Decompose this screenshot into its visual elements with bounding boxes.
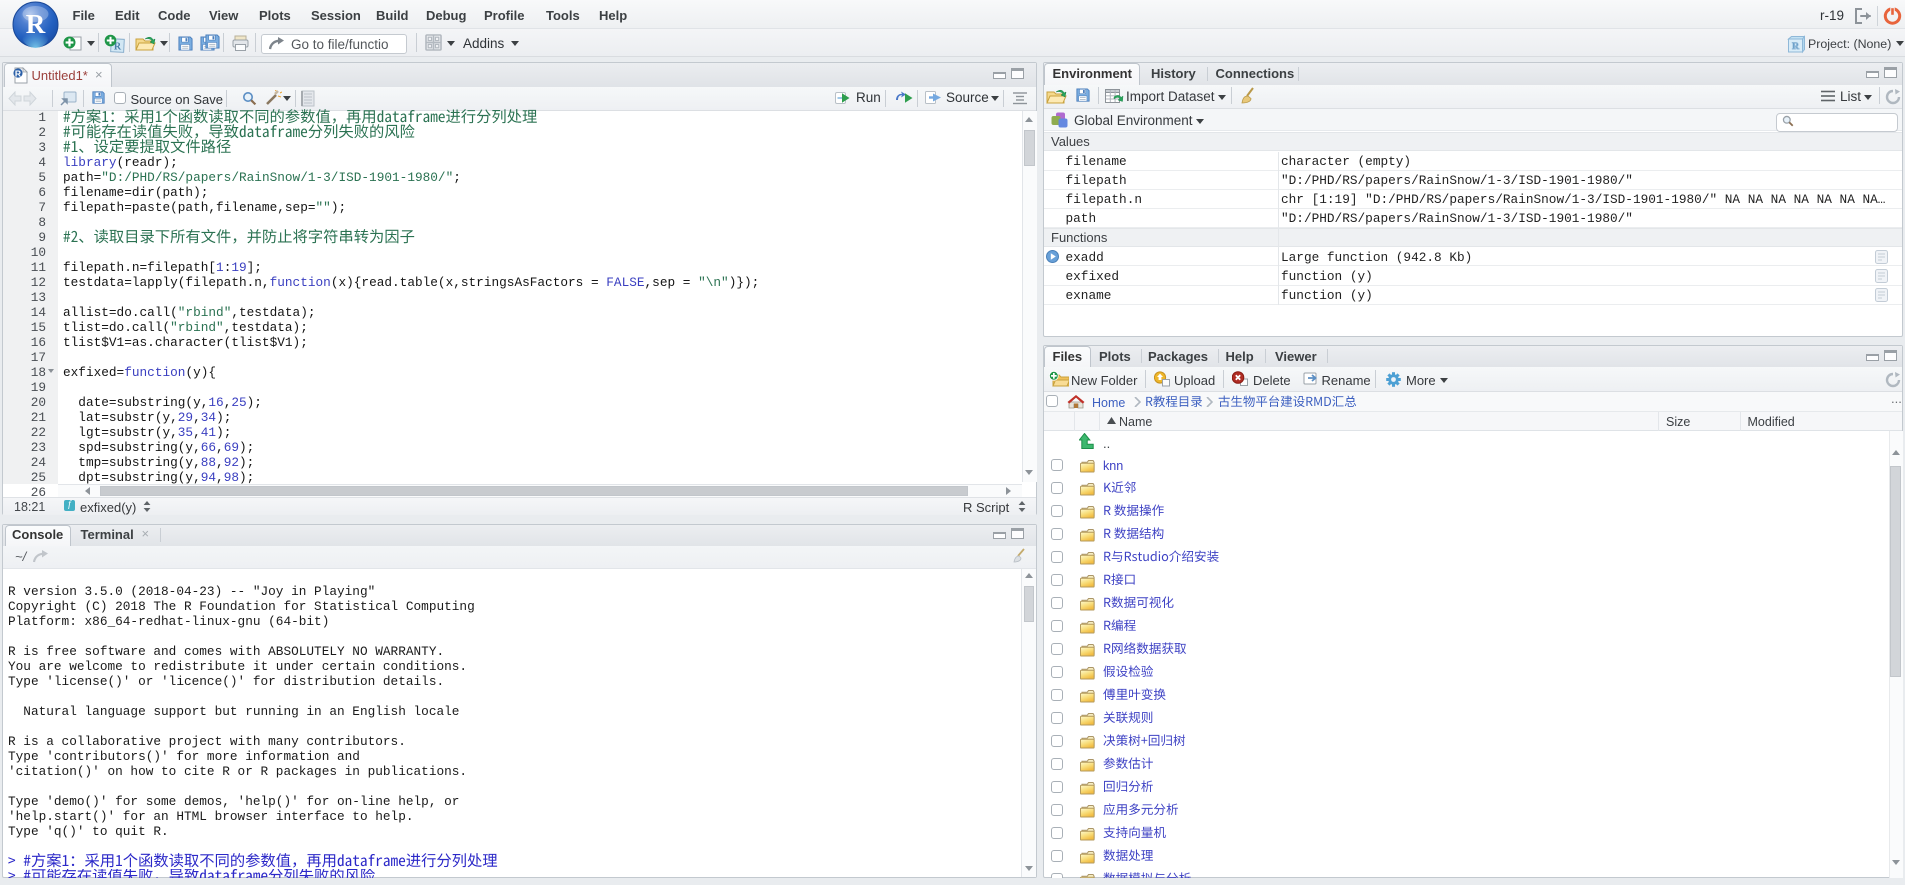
svg-text:R: R	[26, 9, 46, 39]
svg-text:R: R	[15, 68, 21, 78]
svg-text:R: R	[1792, 42, 1799, 52]
